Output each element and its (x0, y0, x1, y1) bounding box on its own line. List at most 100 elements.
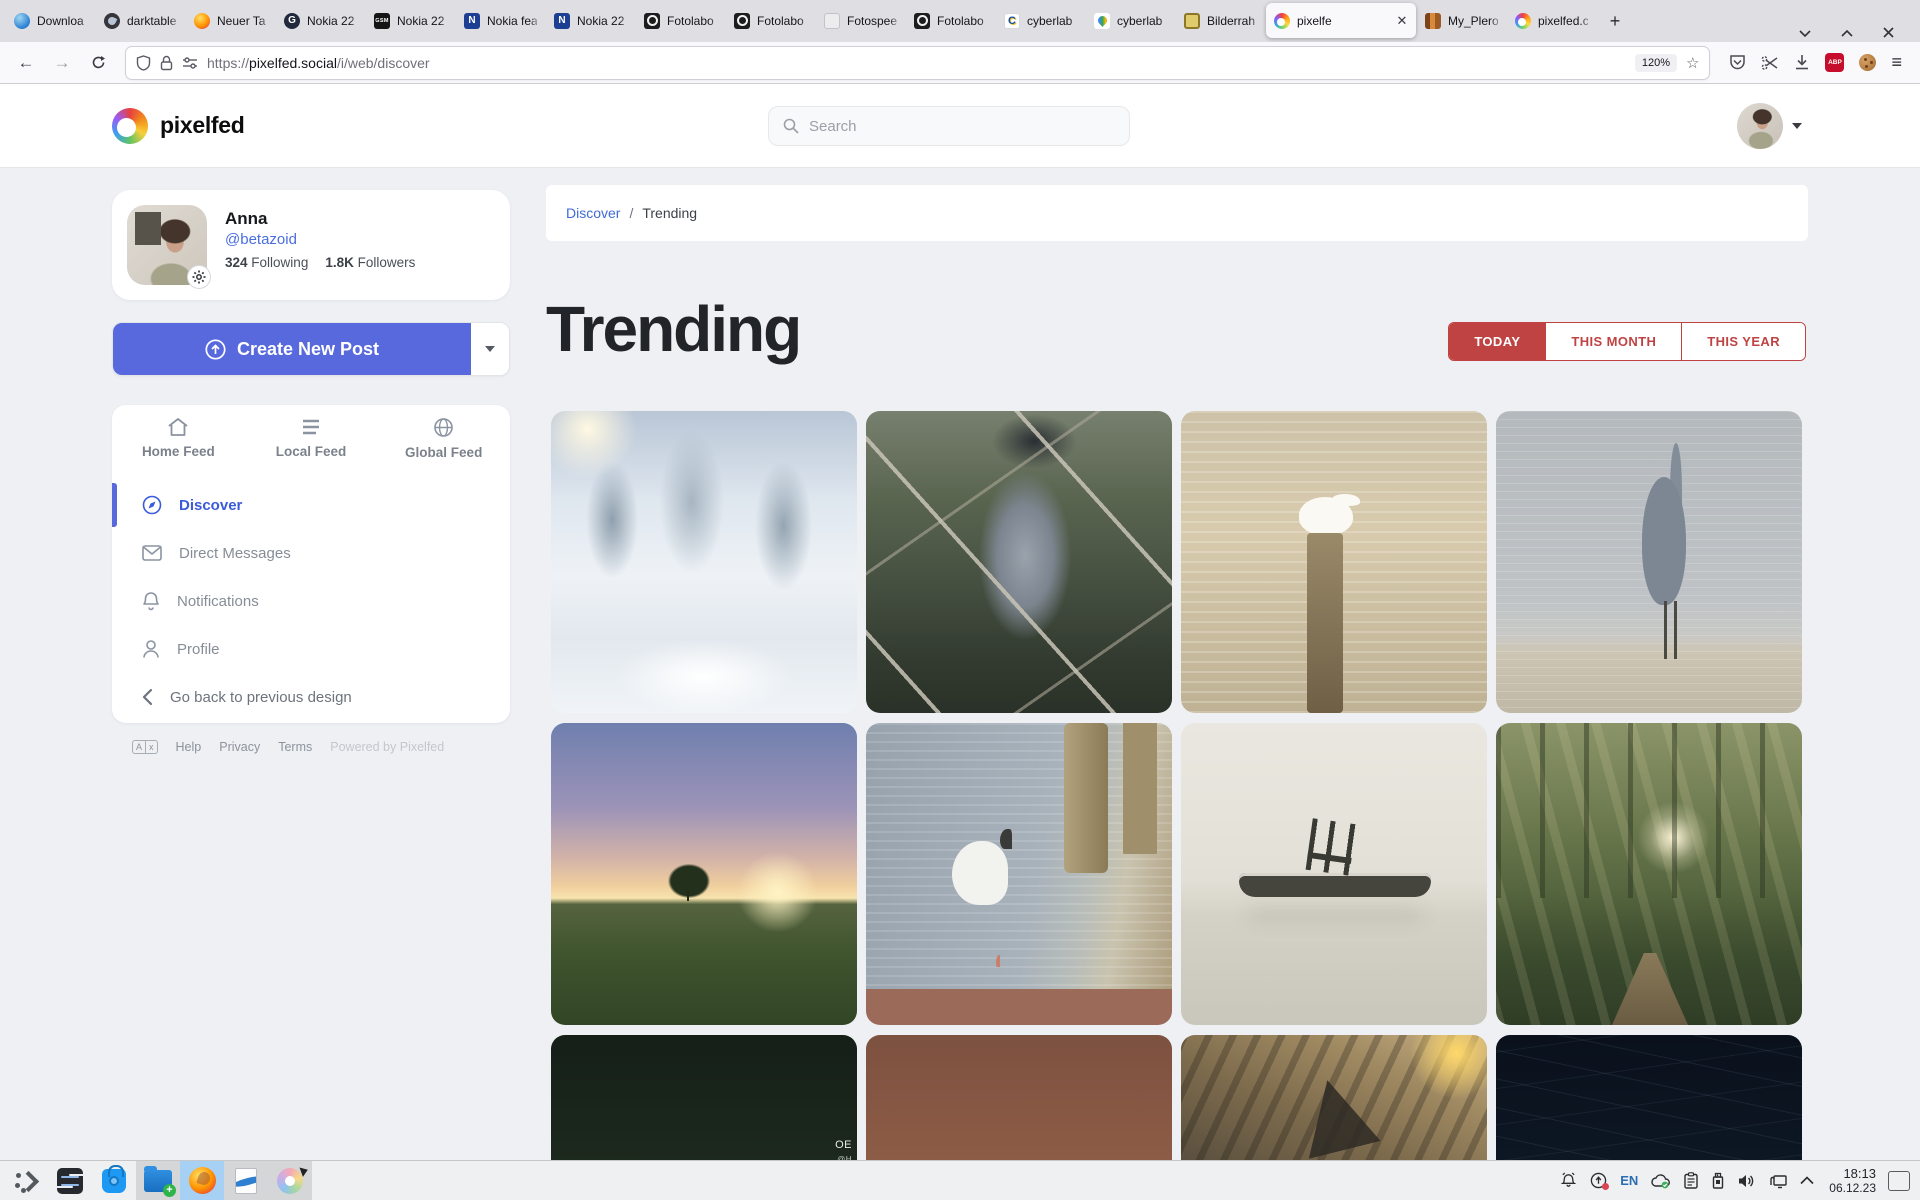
footer-link-privacy[interactable]: Privacy (219, 740, 260, 754)
photo-tile[interactable] (1181, 1035, 1487, 1160)
profile-handle-link[interactable]: @betazoid (225, 231, 415, 248)
url-text[interactable]: https://pixelfed.social/i/web/discover (207, 55, 1626, 71)
app-launcher-menu-icon[interactable] (4, 1161, 48, 1200)
screenshot-scissors-icon[interactable] (1761, 55, 1779, 71)
url-bar[interactable]: https://pixelfed.social/i/web/discover 1… (126, 47, 1709, 79)
brand[interactable]: pixelfed (112, 108, 245, 144)
browser-tab[interactable]: Bilderrah ✕ (1176, 3, 1265, 38)
browser-tab[interactable]: Fotolabo ✕ (636, 3, 725, 38)
filter-button[interactable]: THIS MONTH (1545, 323, 1681, 360)
search-input[interactable]: Search (768, 106, 1130, 146)
account-menu[interactable] (1737, 103, 1802, 149)
following-stat[interactable]: 324 Following (225, 255, 308, 270)
photo-tile[interactable] (866, 411, 1172, 713)
removable-media-icon[interactable] (1711, 1172, 1725, 1189)
bookmark-star-icon[interactable]: ☆ (1686, 54, 1699, 72)
document-viewer-icon[interactable] (224, 1161, 268, 1200)
browser-tab[interactable]: pixelfe ✕ (1266, 3, 1416, 38)
tracking-shield-icon[interactable] (136, 55, 151, 71)
browser-tab[interactable]: cyberlab ✕ (1086, 3, 1175, 38)
adblock-plus-icon[interactable]: ABP (1825, 53, 1844, 72)
notifications-bell-icon[interactable] (1560, 1172, 1577, 1189)
photo-tile[interactable] (1181, 411, 1487, 713)
browser-tab[interactable]: Nokia 22 ✕ (276, 3, 365, 38)
zoom-level-badge[interactable]: 120% (1635, 54, 1677, 72)
clipboard-icon[interactable] (1684, 1172, 1698, 1189)
photo-tile[interactable] (551, 411, 857, 713)
photo-tile[interactable] (1181, 723, 1487, 1025)
network-display-icon[interactable] (1769, 1173, 1787, 1189)
tab-title: Neuer Ta (217, 14, 267, 28)
photo-tile[interactable] (1496, 411, 1802, 713)
browser-tab[interactable]: Nokia 22 ✕ (546, 3, 635, 38)
permissions-icon[interactable] (182, 56, 198, 70)
sidebar-item-previous-design[interactable]: Go back to previous design (112, 673, 510, 721)
tab-favicon-icon (284, 13, 300, 29)
back-button[interactable]: ← (10, 48, 42, 78)
window-restore-icon[interactable] (1841, 29, 1853, 37)
pocket-icon[interactable] (1729, 54, 1746, 71)
browser-tab[interactable]: Fotospeed - ✕ (816, 3, 905, 38)
create-post-dropdown-button[interactable] (471, 323, 509, 375)
footer-link-help[interactable]: Help (176, 740, 202, 754)
photo-tile[interactable]: OE @H (551, 1035, 857, 1160)
browser-tab[interactable]: cyberlab ✕ (996, 3, 1085, 38)
filter-button[interactable]: TODAY (1449, 323, 1545, 360)
footer-link-terms[interactable]: Terms (278, 740, 312, 754)
tab-close-icon[interactable]: ✕ (1393, 12, 1411, 30)
breadcrumb-discover-link[interactable]: Discover (566, 205, 620, 221)
sidebar-item-notifications[interactable]: Notifications (112, 577, 510, 625)
user-avatar[interactable] (1737, 103, 1783, 149)
forward-button[interactable]: → (46, 48, 78, 78)
updates-icon[interactable] (1590, 1172, 1607, 1189)
browser-tab[interactable]: Neuer Ta ✕ (186, 3, 275, 38)
photo-tile[interactable] (1496, 723, 1802, 1025)
translate-icon[interactable]: Ax (132, 740, 158, 754)
browser-tab[interactable]: Downloa ✕ (6, 3, 95, 38)
new-tab-button[interactable]: + (1600, 6, 1630, 36)
sidebar-item-direct-messages[interactable]: Direct Messages (112, 529, 510, 577)
browser-tab[interactable]: Fotolabo ✕ (726, 3, 815, 38)
chevron-left-icon (142, 688, 153, 706)
sidebar-item-profile[interactable]: Profile (112, 625, 510, 673)
cookie-extension-icon[interactable] (1859, 54, 1876, 71)
file-manager-icon[interactable] (136, 1161, 180, 1200)
downloads-icon[interactable] (1794, 54, 1810, 71)
software-store-icon[interactable] (92, 1161, 136, 1200)
firefox-taskbar-icon[interactable] (180, 1161, 224, 1200)
profile-avatar[interactable] (127, 205, 207, 285)
browser-tab[interactable]: My_Plero ✕ (1417, 3, 1506, 38)
window-close-icon[interactable] (1883, 27, 1894, 38)
photo-tile[interactable] (866, 723, 1172, 1025)
window-minimize-icon[interactable] (1799, 29, 1811, 37)
menu-hamburger-icon[interactable]: ≡ (1891, 52, 1902, 73)
keyboard-layout-indicator[interactable]: EN (1620, 1173, 1638, 1188)
photo-tile[interactable] (866, 1035, 1172, 1160)
tab-home-feed[interactable]: Home Feed (112, 417, 245, 481)
browser-tab[interactable]: pixelfed.c ✕ (1507, 3, 1596, 38)
pixelfed-logo-icon (112, 108, 148, 144)
filter-button[interactable]: THIS YEAR (1681, 323, 1805, 360)
system-tray: EN (1551, 1172, 1823, 1189)
sidebar-item-discover[interactable]: Discover (112, 481, 510, 529)
reload-button[interactable] (82, 48, 114, 78)
system-settings-icon[interactable] (48, 1161, 92, 1200)
photo-tile[interactable] (1496, 1035, 1802, 1160)
clock[interactable]: 18:13 06.12.23 (1823, 1167, 1882, 1195)
browser-tab[interactable]: Nokia fea ✕ (456, 3, 545, 38)
expand-tray-chevron-icon[interactable] (1800, 1176, 1814, 1185)
tab-local-feed[interactable]: Local Feed (245, 417, 378, 481)
browser-tab[interactable]: darktable ✕ (96, 3, 185, 38)
photo-tile[interactable] (551, 723, 857, 1025)
tab-global-feed[interactable]: Global Feed (377, 417, 510, 481)
show-desktop-button[interactable] (1888, 1171, 1910, 1191)
create-new-post-button[interactable]: Create New Post (113, 323, 471, 375)
browser-tab[interactable]: Nokia 22 ✕ (366, 3, 455, 38)
followers-stat[interactable]: 1.8K Followers (325, 255, 415, 270)
profile-settings-gear-icon[interactable] (187, 265, 211, 289)
cloud-sync-icon[interactable] (1651, 1173, 1671, 1189)
lock-icon[interactable] (160, 55, 173, 71)
photo-app-icon[interactable] (268, 1161, 312, 1200)
volume-icon[interactable] (1738, 1173, 1756, 1189)
browser-tab[interactable]: Fotolabo ✕ (906, 3, 995, 38)
